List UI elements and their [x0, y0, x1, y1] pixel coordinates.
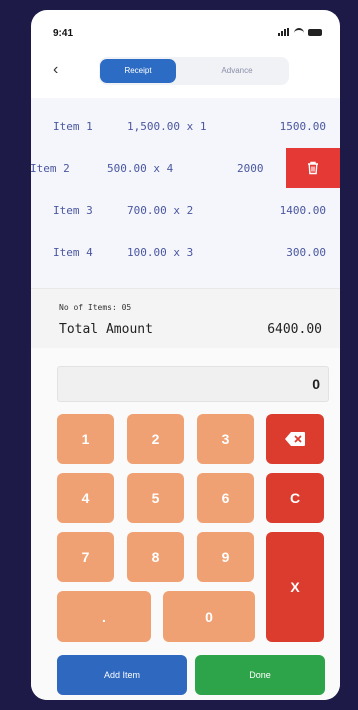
item-name: Item 2: [31, 162, 70, 175]
segmented-control: Receipt Advance: [99, 57, 289, 85]
key-decimal[interactable]: .: [57, 591, 151, 642]
item-name: Item 3: [53, 204, 93, 217]
keypad: 0 1 2 3 4 5 6 C 7 8 9 X . 0 Add Item Don…: [31, 348, 340, 700]
amount-display: 0: [57, 366, 329, 402]
cancel-button[interactable]: X: [266, 532, 324, 642]
key-6[interactable]: 6: [197, 473, 254, 523]
list-item[interactable]: Item 4 100.00 x 3 300.00: [31, 232, 340, 272]
trash-icon: [308, 161, 318, 175]
item-calc: 500.00 x 4: [107, 162, 174, 175]
item-calc: 700.00 x 2: [127, 204, 194, 217]
item-total: 300.00: [286, 246, 326, 259]
clear-button[interactable]: C: [266, 473, 324, 523]
item-total: 2000: [237, 162, 264, 175]
item-list[interactable]: Item 1 1,500.00 x 1 1500.00 Item 2 500.0…: [31, 98, 340, 288]
key-3[interactable]: 3: [197, 414, 254, 464]
key-7[interactable]: 7: [57, 532, 114, 582]
key-1[interactable]: 1: [57, 414, 114, 464]
item-total: 1400.00: [279, 204, 326, 217]
status-icons: [278, 28, 322, 36]
delete-button[interactable]: [286, 148, 340, 188]
tab-advance[interactable]: Advance: [199, 59, 275, 83]
list-item[interactable]: Item 1 1,500.00 x 1 1500.00: [31, 106, 340, 146]
done-button[interactable]: Done: [195, 655, 325, 695]
item-name: Item 4: [53, 246, 93, 259]
key-2[interactable]: 2: [127, 414, 184, 464]
item-calc: 1,500.00 x 1: [127, 120, 207, 133]
add-item-button[interactable]: Add Item: [57, 655, 187, 695]
battery-icon: [308, 28, 322, 36]
backspace-button[interactable]: [266, 414, 324, 464]
list-item[interactable]: Item 3 700.00 x 2 1400.00: [31, 190, 340, 230]
tab-receipt[interactable]: Receipt: [100, 59, 176, 83]
key-9[interactable]: 9: [197, 532, 254, 582]
status-time: 9:41: [53, 28, 74, 39]
item-name: Item 1: [53, 120, 93, 133]
wifi-icon: [294, 28, 304, 36]
list-item[interactable]: Item 2 500.00 x 4 2000: [31, 148, 340, 188]
item-total: 1500.00: [279, 120, 326, 133]
key-8[interactable]: 8: [127, 532, 184, 582]
item-count: No of Items: 05: [59, 303, 132, 312]
signal-icon: [278, 28, 290, 36]
item-calc: 100.00 x 3: [127, 246, 194, 259]
summary-bar: No of Items: 05 Total Amount 6400.00: [31, 288, 340, 349]
status-bar: 9:41: [53, 28, 322, 42]
total-label: Total Amount: [59, 322, 153, 337]
back-button[interactable]: ‹: [53, 62, 58, 78]
backspace-icon: [285, 432, 305, 446]
display-value: 0: [312, 376, 320, 392]
key-0[interactable]: 0: [163, 591, 255, 642]
key-4[interactable]: 4: [57, 473, 114, 523]
total-amount: 6400.00: [267, 322, 322, 337]
phone-screen: 9:41 ‹ Receipt Advance Item 1 1,500.00 x…: [31, 10, 340, 700]
key-5[interactable]: 5: [127, 473, 184, 523]
